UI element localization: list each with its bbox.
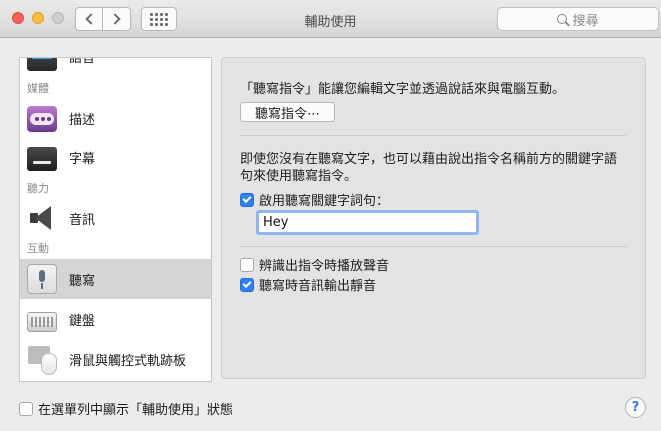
mute-audio-checkbox[interactable] — [240, 277, 254, 292]
keyword-phrase-input[interactable] — [256, 210, 479, 235]
sidebar-item-label: 滑鼠與觸控式軌跡板 — [69, 353, 187, 369]
sidebar-item-descriptions[interactable]: 描述 — [20, 98, 211, 138]
keyword-description-line2: 句來使用聽寫指令。 — [240, 169, 358, 184]
sidebar-item-audio[interactable]: 音訊 — [20, 198, 211, 238]
divider — [240, 246, 626, 247]
divider — [240, 135, 626, 136]
show-in-menu-bar-row[interactable]: 在選單列中顯示「輔助使用」狀態 — [19, 399, 233, 418]
dictation-commands-button[interactable]: 聽寫指令⋯ — [240, 102, 335, 122]
enable-keyword-row[interactable]: 啟用聽寫關鍵字詞句： — [240, 190, 389, 209]
sidebar-item-label: 字幕 — [69, 151, 96, 167]
sidebar-item-keyboard[interactable]: 鍵盤 — [20, 299, 211, 339]
sidebar-item-speech[interactable]: 語音 — [20, 57, 211, 76]
enable-keyword-checkbox[interactable] — [240, 192, 254, 207]
search-placeholder: 搜尋 — [572, 13, 599, 29]
sidebar-item-label: 音訊 — [69, 212, 96, 228]
mouse-trackpad-icon — [27, 344, 57, 375]
show-in-menu-bar-label: 在選單列中顯示「輔助使用」狀態 — [38, 403, 234, 418]
keyboard-icon — [27, 311, 57, 332]
sidebar-item-label: 鍵盤 — [69, 313, 96, 329]
sidebar-item-label: 描述 — [69, 112, 96, 128]
sidebar-item-dictation[interactable]: 聽寫 — [20, 259, 211, 299]
enable-keyword-label: 啟用聽寫關鍵字詞句： — [259, 194, 390, 209]
sidebar-item-label: 聽寫 — [69, 273, 96, 289]
show-in-menu-bar-checkbox[interactable] — [19, 401, 33, 416]
sidebar-item-subtitles[interactable]: 字幕 — [20, 137, 211, 177]
intro-text: 「聽寫指令」能讓您編輯文字並透過說話來與電腦互動。 — [240, 82, 566, 97]
play-sound-row[interactable]: 辨識出指令時播放聲音 — [240, 255, 389, 274]
microphone-icon — [27, 264, 57, 294]
title-bar: 輔助使用 搜尋 — [0, 0, 661, 38]
monitor-icon — [27, 58, 57, 71]
description-icon — [27, 106, 57, 132]
sidebar[interactable]: 語音 媒體 描述 字幕 聽力 音訊 互動 聽寫 鍵盤 滑鼠與觸控式軌跡板 — [19, 57, 212, 382]
help-button[interactable]: ? — [625, 397, 646, 418]
section-hearing: 聽力 — [27, 182, 49, 195]
search-icon — [557, 14, 568, 24]
play-sound-label: 辨識出指令時播放聲音 — [259, 259, 390, 274]
search-field[interactable]: 搜尋 — [497, 7, 659, 31]
subtitles-icon — [27, 146, 57, 171]
sidebar-item-label: 語音 — [69, 57, 96, 66]
sidebar-item-mouse-trackpad[interactable]: 滑鼠與觸控式軌跡板 — [20, 339, 211, 379]
play-sound-checkbox[interactable] — [240, 257, 254, 272]
mute-audio-row[interactable]: 聽寫時音訊輸出靜音 — [240, 275, 376, 294]
section-media: 媒體 — [27, 82, 49, 95]
section-interaction: 互動 — [27, 242, 49, 255]
speaker-icon — [27, 203, 57, 233]
mute-audio-label: 聽寫時音訊輸出靜音 — [259, 279, 377, 294]
